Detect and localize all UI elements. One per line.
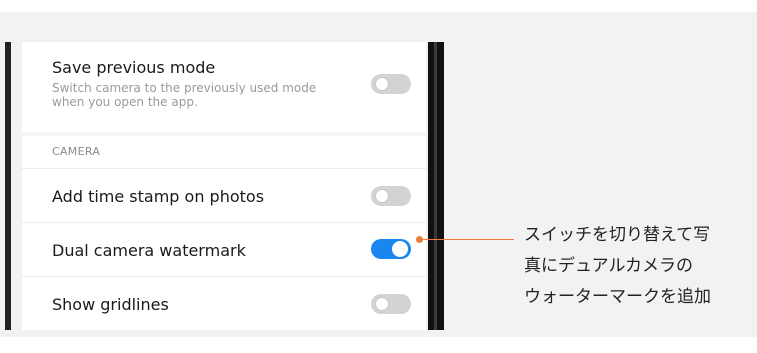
camera-settings-panel: Save previous mode Switch camera to the … — [22, 42, 426, 330]
toggle-knob — [375, 77, 389, 91]
phone-frame-left-edge — [5, 42, 11, 330]
section-title: CAMERA — [52, 145, 101, 158]
setting-description: Switch camera to the previously used mod… — [52, 81, 317, 109]
toggle-knob — [392, 241, 408, 257]
setting-row-add-time-stamp[interactable]: Add time stamp on photos — [22, 169, 426, 221]
dual-camera-watermark-toggle[interactable] — [371, 239, 411, 259]
phone-frame-right-edge — [428, 42, 444, 330]
toggle-knob — [375, 189, 389, 203]
toggle-knob — [375, 297, 389, 311]
callout-leader-line — [422, 239, 514, 240]
setting-title: Save previous mode — [52, 58, 216, 77]
setting-row-show-gridlines[interactable]: Show gridlines — [22, 277, 426, 330]
add-time-stamp-toggle[interactable] — [371, 186, 411, 206]
setting-title: Dual camera watermark — [52, 241, 246, 260]
setting-row-dual-camera-watermark[interactable]: Dual camera watermark — [22, 223, 426, 275]
setting-title: Show gridlines — [52, 295, 169, 314]
setting-row-save-previous-mode[interactable]: Save previous mode Switch camera to the … — [22, 42, 426, 132]
show-gridlines-toggle[interactable] — [371, 294, 411, 314]
setting-title: Add time stamp on photos — [52, 187, 265, 206]
save-previous-mode-toggle[interactable] — [371, 74, 411, 94]
callout-annotation-text: スイッチを切り替えて写 真にデュアルカメラの ウォーターマークを追加 — [524, 225, 711, 307]
section-header-camera: CAMERA — [22, 136, 426, 168]
